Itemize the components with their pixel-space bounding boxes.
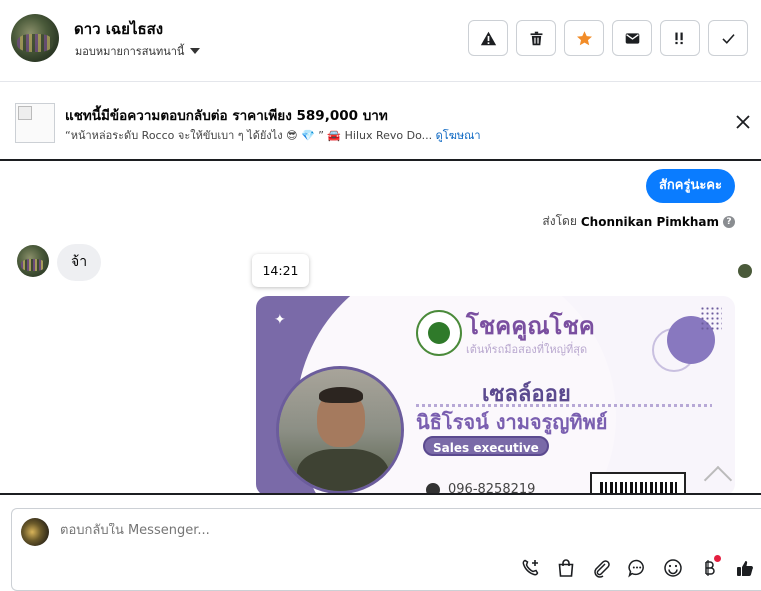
exclamation-icon: [674, 32, 683, 44]
sent-by-info: ส่งโดย Chonnikan Pimkham ?: [542, 212, 735, 231]
close-icon[interactable]: [734, 113, 752, 131]
mark-unread-button[interactable]: [612, 20, 652, 56]
read-receipt-avatar: [738, 264, 752, 278]
star-button[interactable]: [564, 20, 604, 56]
assign-conversation-dropdown[interactable]: มอบหมายการสนทนานี้: [75, 42, 201, 60]
view-ad-link[interactable]: ดูโฆษณา: [436, 129, 481, 142]
conversation-header: ดาว เฉยไธสง มอบหมายการสนทนานี้: [0, 0, 761, 82]
call-add-button[interactable]: [519, 557, 541, 579]
incoming-message[interactable]: จ้า: [57, 244, 102, 281]
call-add-icon: [522, 559, 539, 576]
notification-badge: [714, 555, 721, 562]
page-avatar: [21, 518, 49, 546]
shop-button[interactable]: [555, 557, 577, 579]
attach-button[interactable]: [590, 557, 612, 579]
reply-composer: [11, 508, 761, 591]
chevron-down-icon: [190, 48, 201, 54]
delete-button[interactable]: [516, 20, 556, 56]
trash-icon: [530, 31, 542, 45]
thumbs-up-icon: [737, 561, 753, 577]
bag-icon: [558, 559, 574, 577]
card-photo: [276, 366, 404, 493]
ad-banner: แชทนี้มีข้อความตอบกลับต่อ ราคาเพียง 589,…: [0, 83, 761, 161]
important-button[interactable]: [660, 20, 700, 56]
report-button[interactable]: [468, 20, 508, 56]
saved-replies-button[interactable]: [626, 557, 648, 579]
ad-subtitle: “หน้าหล่อระดับ Rocco จะให้ขับเบา ๆ ได้ยั…: [65, 126, 481, 144]
ad-thumbnail[interactable]: [15, 103, 55, 143]
chat-bubble-icon: [628, 559, 644, 578]
phone-icon: [426, 482, 440, 493]
sparkle-icon: ✦: [274, 312, 286, 328]
ad-description: “หน้าหล่อระดับ Rocco จะให้ขับเบา ๆ ได้ยั…: [65, 129, 433, 142]
assign-label: มอบหมายการสนทนานี้: [75, 45, 185, 58]
qr-code: [590, 472, 686, 493]
help-icon[interactable]: ?: [723, 215, 735, 228]
card-phone: 096-8258219: [426, 482, 536, 495]
emoji-icon: [664, 559, 682, 577]
reply-input[interactable]: [60, 523, 660, 538]
card-tagline: เต้นท์รถมือสองที่ใหญ่ที่สุด: [466, 343, 588, 356]
card-job-title: Sales executive: [423, 436, 549, 456]
shared-image-business-card[interactable]: ✦ โชคคูณโชค เต้นท์รถมือสองที่ใหญ่ที่สุด …: [256, 296, 735, 495]
contact-avatar-small[interactable]: [17, 245, 49, 277]
contact-name[interactable]: ดาว เฉยไธสง: [74, 17, 163, 41]
envelope-icon: [625, 32, 639, 44]
outgoing-message[interactable]: สักครู่นะคะ: [645, 169, 735, 203]
like-button[interactable]: [734, 557, 756, 579]
card-person-name: นิธิโรจน์ งามจรูญทิพย์: [416, 410, 608, 434]
warning-icon: [480, 31, 496, 45]
emoji-button[interactable]: [662, 557, 684, 579]
company-logo: [416, 310, 462, 356]
done-button[interactable]: [708, 20, 748, 56]
card-phone-number: 096-8258219: [448, 482, 536, 495]
attachment-icon: [594, 560, 610, 578]
star-icon: [576, 30, 592, 45]
sent-by-prefix: ส่งโดย: [542, 214, 577, 228]
ad-title: แชทนี้มีข้อความตอบกลับต่อ ราคาเพียง 589,…: [65, 108, 388, 124]
chevron-up-icon: [703, 465, 733, 493]
check-icon: [721, 33, 735, 44]
message-thread[interactable]: สักครู่นะคะ ส่งโดย Chonnikan Pimkham ? จ…: [0, 163, 761, 495]
contact-avatar[interactable]: [11, 14, 59, 62]
timestamp-tooltip: 14:21: [252, 254, 309, 287]
sender-name: Chonnikan Pimkham: [580, 214, 719, 229]
